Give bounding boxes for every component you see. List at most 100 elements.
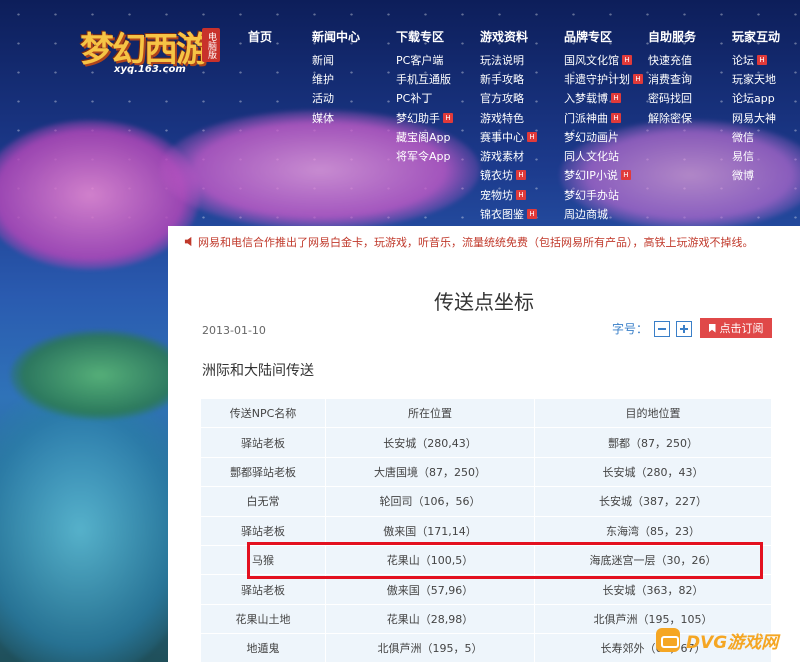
nav-item[interactable]: 同人文化站 <box>564 146 648 165</box>
nav-item[interactable]: 解除密保 <box>648 108 732 127</box>
nav-item[interactable]: 梦幻IP小说 H <box>564 166 648 185</box>
nav-item-label: 梦幻动画片 <box>564 130 619 144</box>
table-header-row: 传送NPC名称 所在位置 目的地位置 <box>200 397 772 429</box>
hot-badge-icon: H <box>622 54 632 65</box>
nav-item-label: 将军令App <box>396 150 451 164</box>
nav-item[interactable]: 梦幻动画片 <box>564 127 648 146</box>
nav-item[interactable]: 微博 <box>732 166 796 185</box>
nav-item[interactable]: 微信 <box>732 127 796 146</box>
nav-item[interactable]: 论坛app <box>732 89 796 108</box>
nav-item-label: 周边商城 <box>564 208 608 222</box>
column-header: 目的地位置 <box>534 397 772 429</box>
subscribe-button[interactable]: 点击订阅 <box>700 318 772 338</box>
nav-item[interactable]: 国风文化馆 H <box>564 50 648 69</box>
nav-item[interactable]: 玩法说明 <box>480 50 564 69</box>
nav-head-home[interactable]: 首页 <box>248 28 312 50</box>
location-cell: 大唐国境（87，250） <box>324 456 536 488</box>
nav-col-self-service: 自助服务 快速充值 消费查询 密码找回 解除密保 <box>648 28 732 224</box>
location-cell: 长安城（280,43） <box>324 427 536 458</box>
npc-cell: 驿站老板 <box>200 427 326 458</box>
nav-item[interactable]: 镜衣坊 H <box>480 166 564 185</box>
hot-badge-icon: H <box>611 112 621 123</box>
nav-item[interactable]: 官方攻略 <box>480 89 564 108</box>
font-decrease-button[interactable] <box>654 320 671 337</box>
nav-item-label: 游戏素材 <box>480 150 524 164</box>
nav-item-label: 玩家天地 <box>732 72 776 86</box>
npc-cell: 地遁鬼 <box>200 633 326 662</box>
nav-item[interactable]: 活动 <box>312 89 396 108</box>
notice-text: 网易和电信合作推出了网易白金卡，玩游戏，听音乐，流量统统免费（包括网易所有产品）… <box>198 236 754 249</box>
nav-item[interactable]: 游戏特色 <box>480 108 564 127</box>
nav-item-label: 梦幻助手 <box>396 111 440 125</box>
nav-item-label: 新闻 <box>312 53 334 67</box>
nav-item-label: 镜衣坊 <box>480 169 513 183</box>
nav-item-label: 藏宝阁App <box>396 130 451 144</box>
npc-cell: 驿站老板 <box>200 574 326 605</box>
nav-item[interactable]: 梦幻助手 H <box>396 108 480 127</box>
nav-item-label: 快速充值 <box>648 53 692 67</box>
nav-item[interactable]: 非遗守护计划 H <box>564 69 648 88</box>
subscribe-label: 点击订阅 <box>719 322 764 335</box>
nav-item-label: 维护 <box>312 72 334 86</box>
nav-item[interactable]: 梦幻手办站 <box>564 185 648 204</box>
highlight-box <box>247 542 763 579</box>
nav-head-game-info[interactable]: 游戏资料 <box>480 28 564 50</box>
nav-col-community: 玩家互动 论坛 H 玩家天地 论坛app 网易大神 微信 易信 微博 <box>732 28 796 224</box>
location-cell: 北俱芦洲（195，5） <box>324 633 536 662</box>
table-row: 酆都驿站老板 大唐国境（87，250） 长安城（280，43） <box>200 456 772 488</box>
nav-item[interactable]: 入梦载博 H <box>564 89 648 108</box>
watermark: DVG游戏网 <box>656 624 796 656</box>
font-size-control: 字号： <box>612 320 693 337</box>
nav-item[interactable]: 宠物坊 H <box>480 185 564 204</box>
nav-item[interactable]: 易信 <box>732 146 796 165</box>
nav-item[interactable]: 新闻 <box>312 50 396 69</box>
section-title: 洲际和大陆间传送 <box>202 363 314 379</box>
nav-item[interactable]: 网易大神 <box>732 108 796 127</box>
destination-cell: 酆都（87，250） <box>534 427 772 458</box>
nav-head-brand[interactable]: 品牌专区 <box>564 28 648 50</box>
nav-item[interactable]: 玩家天地 <box>732 69 796 88</box>
npc-cell: 酆都驿站老板 <box>200 456 326 488</box>
nav-item[interactable]: 周边商城 <box>564 204 648 223</box>
nav-item[interactable]: 游戏素材 <box>480 146 564 165</box>
nav-col-news: 新闻中心 新闻 维护 活动 媒体 <box>312 28 396 224</box>
nav-item-label: 解除密保 <box>648 111 692 125</box>
nav-item[interactable]: 密码找回 <box>648 89 732 108</box>
nav-head-download[interactable]: 下载专区 <box>396 28 480 50</box>
main-nav: 首页 新闻中心 新闻 维护 活动 媒体 下载专区 PC客户端 手机互通版 PC补… <box>248 28 796 224</box>
article-date: 2013-01-10 <box>202 324 266 337</box>
nav-item-label: 消费查询 <box>648 72 692 86</box>
nav-item[interactable]: 将军令App <box>396 146 480 165</box>
location-cell: 傲来国（57,96） <box>324 574 536 605</box>
nav-head-community[interactable]: 玩家互动 <box>732 28 796 50</box>
nav-item[interactable]: PC补丁 <box>396 89 480 108</box>
nav-head-news[interactable]: 新闻中心 <box>312 28 396 50</box>
nav-item[interactable]: 手机互通版 <box>396 69 480 88</box>
location-cell: 轮回司（106，56） <box>324 486 536 517</box>
destination-cell: 长安城（363，82） <box>534 574 772 605</box>
nav-item-label: 梦幻手办站 <box>564 188 619 202</box>
nav-item[interactable]: 新手攻略 <box>480 69 564 88</box>
destination-cell: 长安城（387，227） <box>534 486 772 517</box>
nav-item[interactable]: 媒体 <box>312 108 396 127</box>
nav-item-label: 梦幻IP小说 <box>564 169 618 183</box>
nav-item[interactable]: 维护 <box>312 69 396 88</box>
nav-item[interactable]: 消费查询 <box>648 69 732 88</box>
nav-item[interactable]: 门派神曲 H <box>564 108 648 127</box>
nav-item[interactable]: 论坛 H <box>732 50 796 69</box>
nav-item-label: 游戏特色 <box>480 111 524 125</box>
destination-cell: 长安城（280，43） <box>534 456 772 488</box>
nav-item[interactable]: 快速充值 <box>648 50 732 69</box>
column-header: 所在位置 <box>324 397 536 429</box>
nav-head-self-service[interactable]: 自助服务 <box>648 28 732 50</box>
font-increase-button[interactable] <box>676 320 693 337</box>
hot-badge-icon: H <box>633 73 643 84</box>
notice-bar[interactable]: 网易和电信合作推出了网易白金卡，玩游戏，听音乐，流量统统免费（包括网易所有产品）… <box>184 234 754 250</box>
nav-item[interactable]: 藏宝阁App <box>396 127 480 146</box>
nav-item[interactable]: 锦衣图鉴 H <box>480 204 564 223</box>
article-panel: 网易和电信合作推出了网易白金卡，玩游戏，听音乐，流量统统免费（包括网易所有产品）… <box>168 226 800 662</box>
nav-item[interactable]: 赛事中心 H <box>480 127 564 146</box>
nav-item-label: 密码找回 <box>648 92 692 106</box>
nav-item[interactable]: PC客户端 <box>396 50 480 69</box>
game-logo[interactable]: 梦幻西游 电脑版 xyq.163.com <box>80 22 220 82</box>
